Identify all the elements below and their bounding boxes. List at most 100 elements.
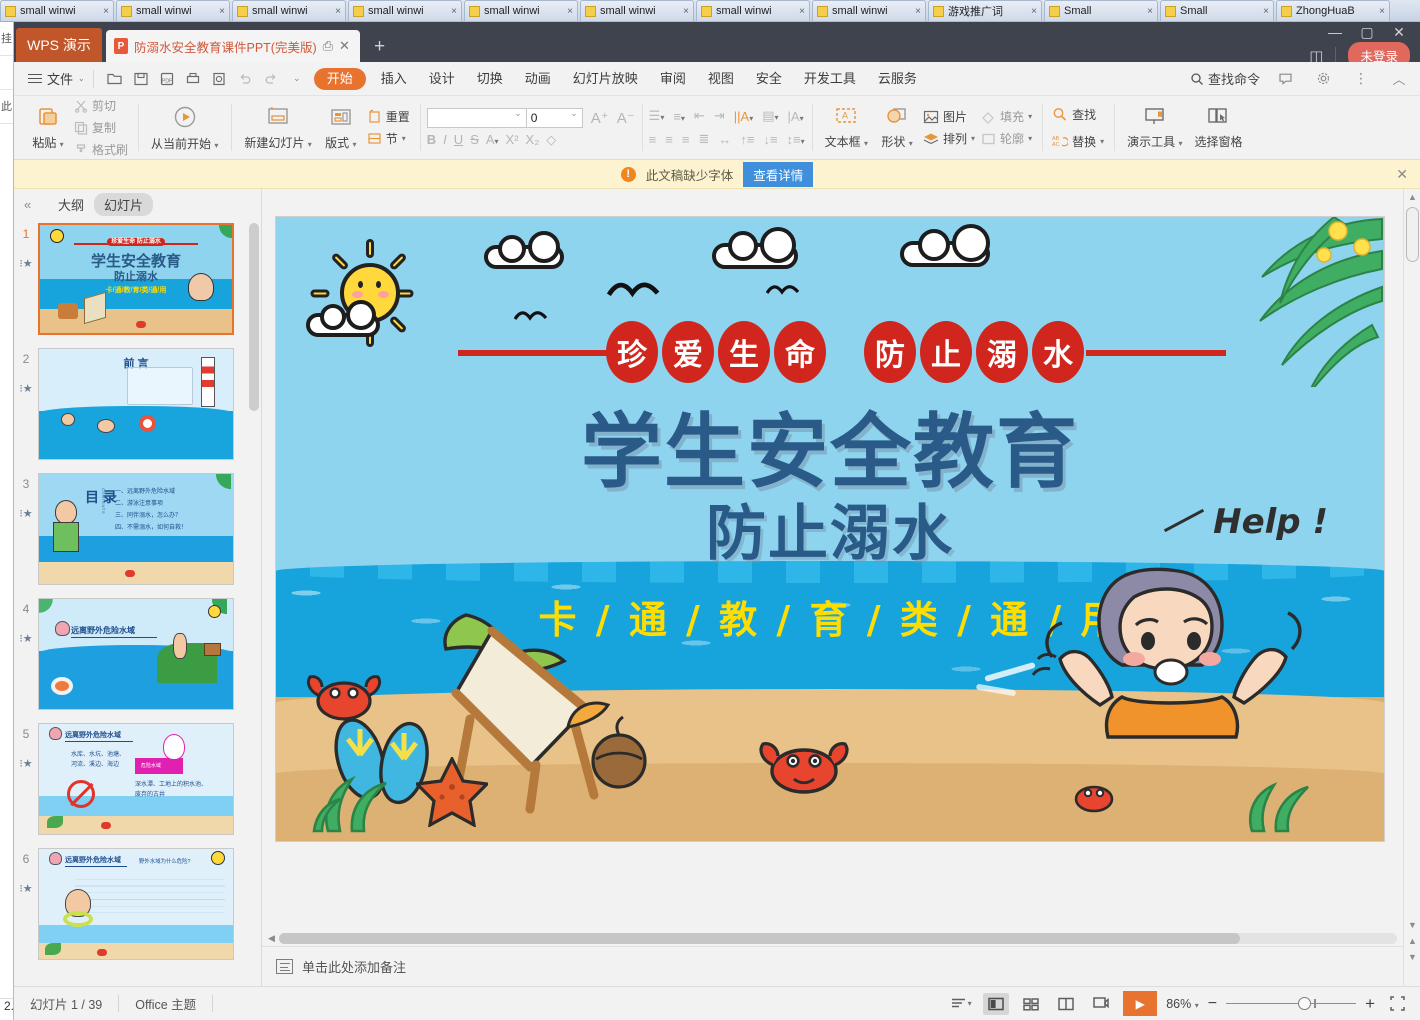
tab-outline[interactable]: 大纲 [48,193,94,216]
os-taskbar-tab[interactable]: small winwi× [0,0,114,21]
text-direction-icon[interactable]: ||A▾ [734,109,753,124]
os-taskbar-tab[interactable]: small winwi× [232,0,346,21]
from-current-slide-button[interactable]: 从当前开始 ▾ [145,104,224,152]
new-tab-button[interactable]: + [374,36,385,58]
superscript-button[interactable]: X² [506,132,519,147]
os-taskbar-tab[interactable]: 游戏推广词× [928,0,1042,21]
find-button[interactable]: 查找 [1049,105,1107,124]
tab-review[interactable]: 审阅 [649,62,697,96]
italic-button[interactable]: I [443,132,447,147]
reading-view-icon[interactable] [1053,993,1079,1015]
collapse-panel-icon[interactable]: « [24,197,48,212]
zoom-slider[interactable] [1226,998,1356,1010]
horizontal-scrollbar[interactable] [279,933,1397,944]
os-taskbar-tab[interactable]: small winwi× [580,0,694,21]
clear-formatting-button[interactable]: ◇ [546,132,556,148]
minimize-button[interactable]: — [1322,24,1348,41]
zoom-out-button[interactable]: − [1208,995,1217,1013]
close-icon[interactable]: × [1031,6,1037,17]
vertical-scrollbar-thumb[interactable] [1406,207,1419,262]
find-command-button[interactable]: 查找命令 [1190,69,1260,88]
outline-button[interactable]: 轮廓 ▾ [978,129,1035,148]
close-icon[interactable]: × [683,6,689,17]
next-slide-icon[interactable]: ▼ [1404,952,1420,962]
decrease-font-size-button[interactable]: A⁻ [617,109,635,127]
selection-pane-button[interactable]: 选择窗格 [1188,106,1248,150]
tab-insert[interactable]: 插入 [370,62,418,96]
slide-thumbnail-5[interactable]: 远离野外危险水域 水库、水坑、池塘、河流、溪边、海边 危险水域 深水潭、工地上的… [38,723,234,835]
vertical-scrollbar[interactable]: ▲ ▼ ▲ ▼ [1403,189,1420,986]
print-icon[interactable] [180,67,206,91]
os-taskbar-tab[interactable]: small winwi× [348,0,462,21]
tab-cloud-services[interactable]: 云服务 [867,62,928,96]
list-item[interactable]: 2 ⁝★ 前 言 [14,348,261,462]
align-text-icon[interactable]: ▤▾ [762,108,778,124]
file-menu-button[interactable]: 文件 ⌄ [28,69,85,88]
decrease-indent-icon[interactable]: ⇤ [694,108,705,124]
list-item[interactable]: 5 ⁝★ 远离野外危险水域 水库、水坑、池塘、河流、溪边、海边 危险水域 [14,723,261,837]
scroll-up-arrow-icon[interactable]: ▲ [1404,192,1420,202]
underline-button[interactable]: U [454,132,463,147]
slide-thumbnail-3[interactable]: 目 录 CONTENTS 一、远离野外危险水域 二、游泳注意事项 三、同伴溺水，… [38,473,234,585]
align-right-icon[interactable]: ≡ [682,132,690,147]
export-pdf-icon[interactable]: PDF [154,67,180,91]
arrange-button[interactable]: 排列 ▾ [920,129,978,148]
subscript-button[interactable]: X₂ [526,132,540,147]
bold-button[interactable]: B [427,132,436,147]
notes-view-icon[interactable] [1088,993,1114,1015]
slide-viewport[interactable]: 珍爱生命 防止溺水 学生安全教育 防止溺水 卡 / 通 / 教 / 育 / 类 … [262,189,1403,930]
justify-icon[interactable]: ≣ [698,131,709,147]
maximize-button[interactable]: ▢ [1354,24,1380,41]
tab-view[interactable]: 视图 [697,62,745,96]
os-taskbar-tab[interactable]: small winwi× [464,0,578,21]
align-center-icon[interactable]: ≡ [665,132,673,147]
horizontal-scrollbar-thumb[interactable] [279,933,1241,944]
close-icon[interactable]: × [1379,6,1385,17]
thumbnail-list[interactable]: 1 ⁝★ 珍爱生命 防止溺水 学生安全教育 防止溺水 卡/通/教/育/类/ [14,219,261,986]
slide-thumbnail-6[interactable]: 远离野外危险水域 野外水域为什么危险? [38,848,234,960]
tab-transitions[interactable]: 切换 [466,62,514,96]
tab-developer[interactable]: 开发工具 [793,62,867,96]
close-icon[interactable]: × [103,6,109,17]
list-item[interactable]: 6 ⁝★ 远离野外危险水域 野外水域为什么危险? [14,848,261,962]
list-item[interactable]: 1 ⁝★ 珍爱生命 防止溺水 学生安全教育 防止溺水 卡/通/教/育/类/ [14,223,261,337]
cut-button[interactable]: 剪切 [71,96,131,115]
close-icon[interactable]: × [915,6,921,17]
undo-icon[interactable] [232,67,258,91]
start-slideshow-button[interactable]: ▶ [1123,991,1157,1016]
normal-view-icon[interactable] [983,993,1009,1015]
slide-thumbnail-4[interactable]: 远离野外危险水域 [38,598,234,710]
increase-indent-icon[interactable]: ⇥ [714,108,725,124]
slide-sorter-icon[interactable] [1018,993,1044,1015]
outline-view-icon[interactable]: ▾ [948,993,974,1015]
tab-animations[interactable]: 动画 [514,62,562,96]
picture-button[interactable]: 图片 [920,107,978,126]
os-taskbar-tab[interactable]: Small× [1160,0,1274,21]
os-taskbar-tab[interactable]: small winwi× [696,0,810,21]
zoom-level-label[interactable]: 86% ▾ [1166,997,1199,1011]
tab-security[interactable]: 安全 [745,62,793,96]
os-taskbar-tab[interactable]: small winwi× [116,0,230,21]
os-taskbar-tab[interactable]: small winwi× [812,0,926,21]
zoom-in-button[interactable]: + [1365,994,1375,1014]
list-item[interactable]: 3 ⁝★ 目 录 CONTENTS 一、远离野外危险水域 二、游泳注意事项 三、… [14,473,261,587]
new-slide-button[interactable]: 新建幻灯片 ▾ [238,105,317,151]
slide-thumbnail-1[interactable]: 珍爱生命 防止溺水 学生安全教育 防止溺水 卡/通/教/育/类/通/用 [38,223,234,335]
align-left-icon[interactable]: ≡ [649,132,657,147]
close-window-button[interactable]: ✕ [1386,24,1412,41]
close-icon[interactable]: × [219,6,225,17]
collapse-ribbon-icon[interactable]: ︿ [1386,67,1412,91]
bullets-icon[interactable]: ☰▾ [649,108,665,124]
tab-start[interactable]: 开始 [314,68,366,90]
close-tab-icon[interactable]: ✕ [339,38,350,54]
font-name-input[interactable] [427,108,527,128]
more-options-icon[interactable]: ⋮ [1348,67,1374,91]
print-preview-icon[interactable] [206,67,232,91]
close-notification-icon[interactable]: ✕ [1396,166,1408,183]
smiley-icon[interactable] [1272,67,1298,91]
open-icon[interactable] [102,67,128,91]
tab-design[interactable]: 设计 [418,62,466,96]
slide-thumbnail-2[interactable]: 前 言 [38,348,234,460]
close-icon[interactable]: × [335,6,341,17]
distribute-icon[interactable]: ↔ [718,132,731,147]
